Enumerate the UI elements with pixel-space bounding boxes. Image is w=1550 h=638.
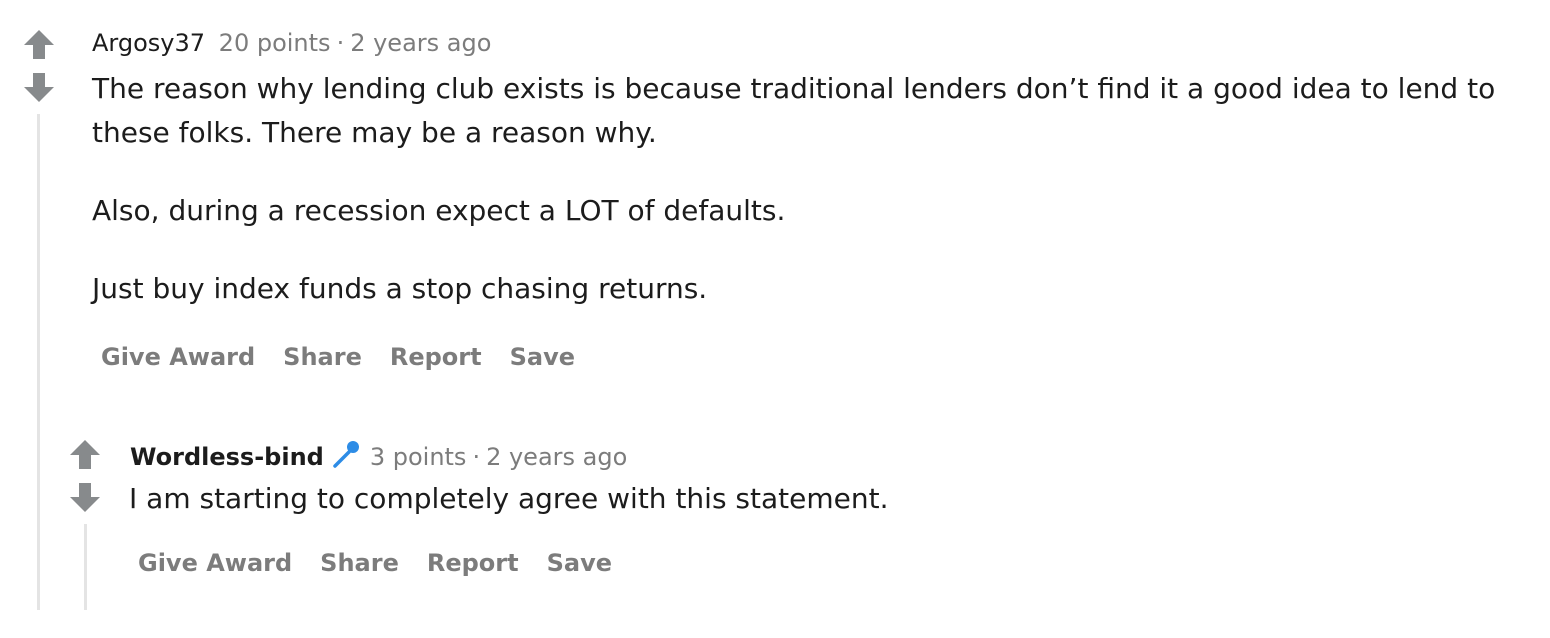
give-award-button[interactable]: Give Award <box>138 548 292 578</box>
report-button[interactable]: Report <box>427 548 519 578</box>
vote-column <box>68 438 102 514</box>
thread-collapse-line[interactable] <box>84 524 87 610</box>
save-button[interactable]: Save <box>547 548 612 578</box>
author-link[interactable]: Wordless-bind <box>130 443 324 471</box>
share-button[interactable]: Share <box>320 548 399 578</box>
microphone-icon <box>330 438 362 477</box>
comment-body: I am starting to completely agree with t… <box>129 477 1529 521</box>
comment-wordless-bind: Wordless-bind 3 points · 2 years ago I am s… <box>0 0 1550 638</box>
comment-meta: Wordless-bind 3 points · 2 years ago <box>130 438 627 477</box>
points-count: 3 points <box>369 443 467 471</box>
downvote-arrow-icon[interactable] <box>68 480 102 514</box>
upvote-arrow-icon[interactable] <box>68 438 102 472</box>
meta-separator: · <box>472 443 481 471</box>
comment-paragraph: I am starting to completely agree with t… <box>129 482 889 515</box>
comment-age[interactable]: 2 years ago <box>486 443 627 471</box>
comment-actions: Give Award Share Report Save <box>138 548 640 578</box>
